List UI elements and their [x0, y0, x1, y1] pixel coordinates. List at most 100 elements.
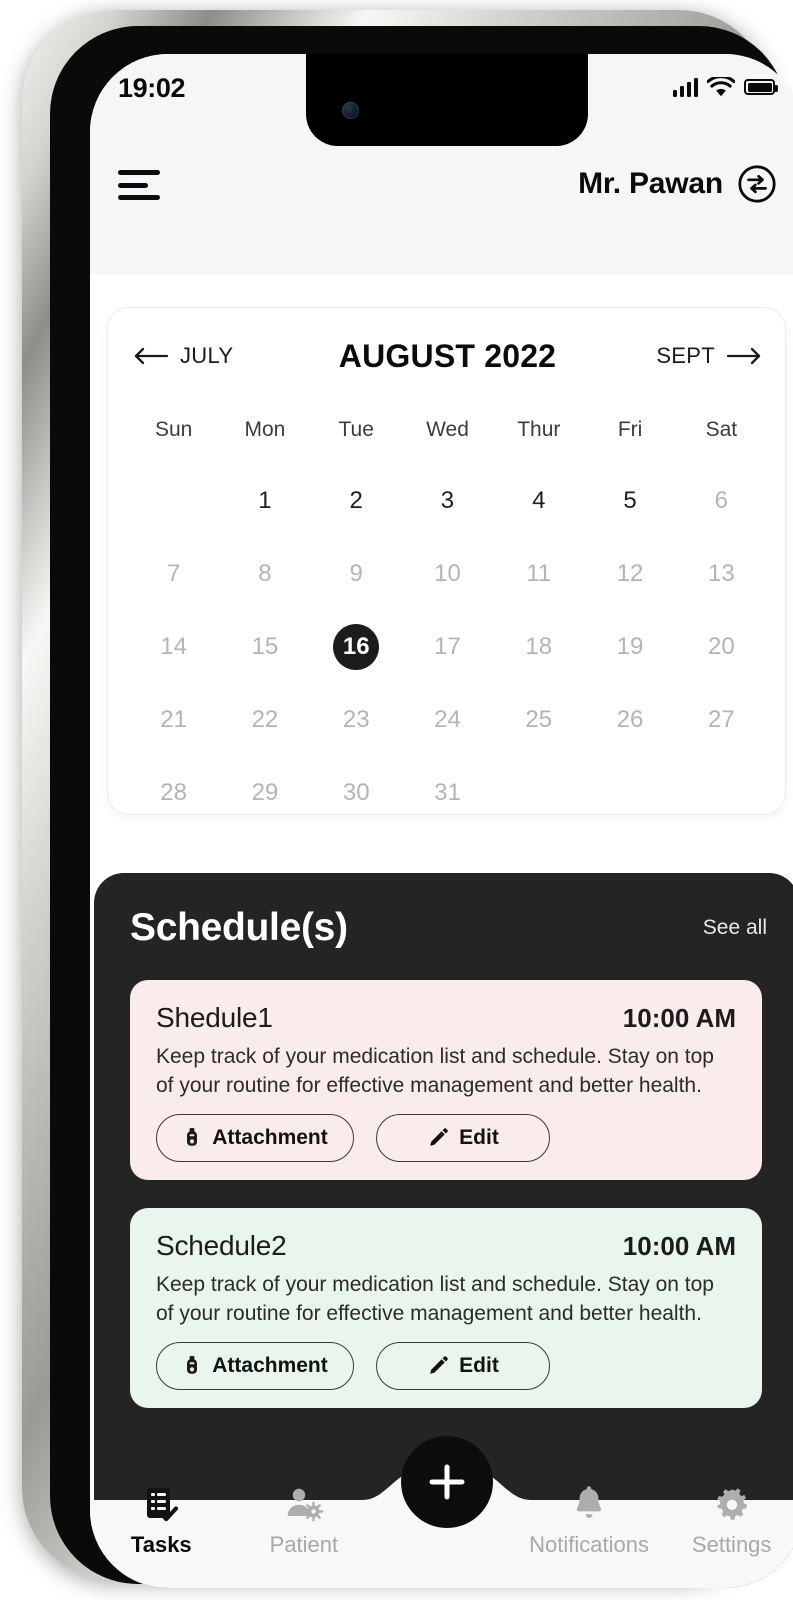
bell-icon [577, 1486, 602, 1518]
calendar-day-13[interactable]: 13 [676, 537, 767, 610]
schedule-card-list: Shedule1 10:00 AM Keep track of your medic… [130, 980, 762, 1408]
switch-account-icon[interactable] [737, 164, 777, 204]
calendar-day-9[interactable]: 9 [311, 537, 402, 610]
calendar-prev-month-button[interactable]: JULY [134, 343, 233, 369]
calendar-day-31[interactable]: 31 [402, 756, 493, 829]
calendar-weekday-row: Sun Mon Tue Wed Thur Fri Sat [128, 418, 767, 442]
calendar-weekday-tue: Tue [338, 418, 374, 441]
nav-label-tasks: Tasks [130, 1532, 192, 1557]
arrow-right-icon [727, 347, 761, 365]
calendar-day-5[interactable]: 5 [584, 464, 675, 537]
calendar-day-label: 16 [333, 623, 380, 670]
calendar-day-grid: 1 2 3 4 5 6 7 8 9 10 11 12 13 14 15 16 17 18 19 20 21 22 23 24 2… [128, 464, 767, 829]
schedule-card-name: Schedule2 [156, 1230, 287, 1261]
calendar-day-11[interactable]: 11 [493, 537, 584, 610]
calendar-day-30[interactable]: 30 [311, 756, 402, 829]
schedule-card-description: Keep track of your medication list and s… [156, 1045, 714, 1097]
calendar-day-21[interactable]: 21 [128, 683, 219, 756]
calendar-day-14[interactable]: 14 [128, 610, 219, 683]
calendar-day-label: 6 [714, 486, 729, 514]
attachment-button[interactable]: Attachment [156, 1342, 354, 1390]
front-camera-icon [341, 102, 359, 119]
calendar-day-26[interactable]: 26 [584, 683, 675, 756]
nav-item-tasks[interactable]: Tasks [90, 1486, 233, 1558]
main-content: JULY AUGUST 2022 SEPT Sun Mon Tue Wed Th… [90, 274, 793, 1588]
phone-frame-inner: 19:02 Mr. Pawan JULY AUGUST 2022 SEPT Su… [50, 26, 793, 1588]
calendar-day-1[interactable]: 1 [219, 464, 310, 537]
calendar-day-8[interactable]: 8 [219, 537, 310, 610]
edit-button-label: Edit [459, 1126, 499, 1149]
calendar-day-12[interactable]: 12 [584, 537, 675, 610]
calendar-day-label: 2 [349, 486, 363, 514]
schedule-card[interactable]: Shedule1 10:00 AM Keep track of your medic… [130, 980, 762, 1180]
calendar-day-18[interactable]: 18 [493, 610, 584, 683]
calendar-day-label: 23 [342, 705, 370, 733]
calendar-day-22[interactable]: 22 [219, 683, 310, 756]
calendar-day-label: 1 [258, 486, 272, 514]
display-notch [305, 54, 588, 146]
calendar-day-28[interactable]: 28 [128, 756, 219, 829]
attachment-button[interactable]: Attachment [156, 1114, 354, 1162]
calendar-day-label: 12 [616, 559, 644, 587]
calendar-day-label: 20 [707, 632, 735, 660]
edit-button[interactable]: Edit [376, 1114, 550, 1162]
calendar-day-19[interactable]: 19 [584, 610, 675, 683]
calendar-day-label: 24 [434, 705, 461, 733]
calendar-day-label: 29 [251, 778, 279, 806]
calendar-day-24[interactable]: 24 [402, 683, 493, 756]
calendar-day-label: 22 [251, 705, 279, 733]
see-all-link[interactable]: See all [703, 916, 767, 940]
calendar-day-7[interactable]: 7 [128, 537, 219, 610]
screenshot-stage: 19:02 Mr. Pawan JULY AUGUST 2022 SEPT Su… [0, 0, 793, 1600]
calendar-day-6[interactable]: 6 [676, 464, 767, 537]
attachment-button-label: Attachment [212, 1354, 328, 1377]
edit-button-label: Edit [459, 1354, 499, 1377]
nav-item-settings[interactable]: Settings [660, 1486, 793, 1558]
calendar-day-10[interactable]: 10 [402, 537, 493, 610]
calendar-day-label: 31 [434, 778, 461, 806]
calendar-day-label: 10 [434, 559, 461, 587]
calendar-day-23[interactable]: 23 [311, 683, 402, 756]
edit-button[interactable]: Edit [376, 1342, 550, 1390]
paperclip-icon [187, 1128, 198, 1146]
nav-item-patient[interactable]: Patient [233, 1486, 376, 1558]
arrow-left-icon [134, 347, 168, 365]
calendar-day-label: 30 [342, 778, 370, 806]
patient-virus-icon [287, 1488, 324, 1522]
schedule-card-actions: Attachment Edit [156, 1342, 550, 1390]
calendar-day-label: 5 [623, 486, 637, 514]
pencil-icon [430, 1128, 448, 1146]
calendar-day-2[interactable]: 2 [311, 464, 402, 537]
nav-item-notifications[interactable]: Notifications [518, 1486, 661, 1558]
calendar-weekday-thur: Thur [517, 418, 561, 441]
calendar-day-15[interactable]: 15 [219, 610, 310, 683]
calendar-day-label: 7 [166, 559, 181, 587]
calendar-day-17[interactable]: 17 [402, 610, 493, 683]
calendar-day-label: 28 [160, 778, 187, 806]
schedule-card-header: Shedule1 10:00 AM [156, 1002, 736, 1034]
calendar-day-16[interactable]: 16 [311, 610, 402, 683]
calendar-weekday-sun: Sun [154, 418, 193, 441]
schedule-card-actions: Attachment Edit [156, 1114, 550, 1162]
calendar-day-4[interactable]: 4 [493, 464, 584, 537]
calendar-day-25[interactable]: 25 [493, 683, 584, 756]
schedule-card[interactable]: Schedule2 10:00 AM Keep track of your medi… [130, 1208, 762, 1408]
app-header: Mr. Pawan [90, 128, 793, 274]
schedule-card-name: Shedule1 [156, 1002, 273, 1033]
calendar-day-label: 9 [349, 559, 363, 587]
pencil-icon [430, 1356, 448, 1374]
bottom-navigation-bar: Tasks Patient Notifications Settings [90, 1436, 793, 1588]
wifi-icon [707, 76, 735, 96]
hamburger-menu-icon[interactable] [118, 170, 160, 200]
schedule-card-header: Schedule2 10:00 AM [156, 1230, 736, 1262]
cellular-signal-icon [673, 77, 698, 97]
calendar-day-20[interactable]: 20 [676, 610, 767, 683]
add-button-fab[interactable] [400, 1436, 493, 1528]
nav-label-notifications: Notifications [529, 1532, 649, 1557]
calendar-day-3[interactable]: 3 [402, 464, 493, 537]
calendar-day-29[interactable]: 29 [219, 756, 310, 829]
calendar-day-27[interactable]: 27 [676, 683, 767, 756]
nav-label-settings: Settings [691, 1532, 772, 1557]
status-bar-icons [673, 74, 778, 100]
calendar-next-month-button[interactable]: SEPT [656, 343, 761, 369]
